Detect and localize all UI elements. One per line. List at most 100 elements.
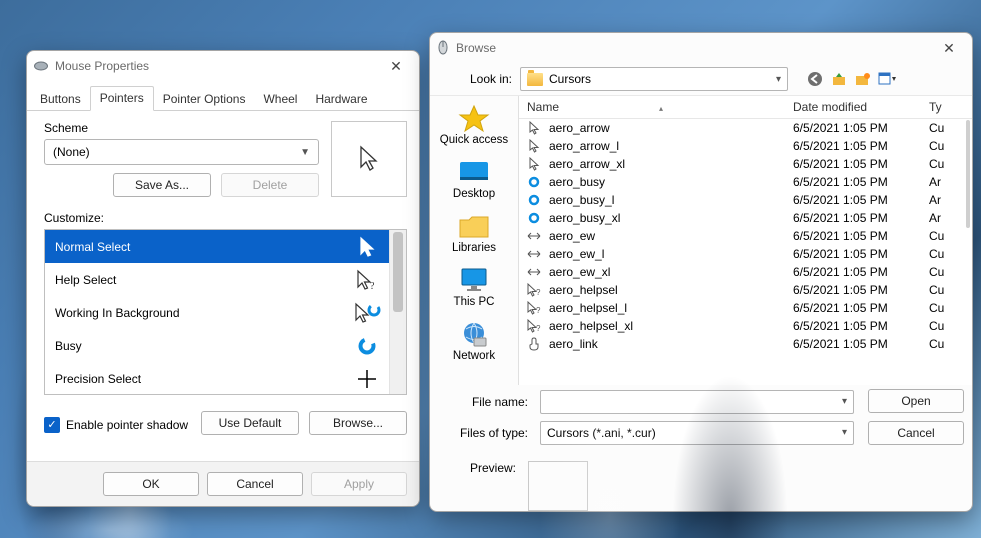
column-type[interactable]: Ty xyxy=(921,100,951,114)
browse-button[interactable]: Browse... xyxy=(309,411,407,435)
back-icon[interactable] xyxy=(806,70,824,88)
file-date: 6/5/2021 1:05 PM xyxy=(785,157,921,171)
file-row[interactable]: aero_ew6/5/2021 1:05 PMCu xyxy=(519,227,972,245)
titlebar[interactable]: Mouse Properties ✕ xyxy=(27,51,419,81)
file-date: 6/5/2021 1:05 PM xyxy=(785,175,921,189)
file-row[interactable]: aero_ew_l6/5/2021 1:05 PMCu xyxy=(519,245,972,263)
browse-window: Browse ✕ Look in: Cursors ▾ xyxy=(429,32,973,512)
file-row[interactable]: aero_arrow 6/5/2021 1:05 PMCu xyxy=(519,119,972,137)
up-one-level-icon[interactable] xyxy=(830,70,848,88)
file-row[interactable]: aero_busy_xl6/5/2021 1:05 PMAr xyxy=(519,209,972,227)
file-date: 6/5/2021 1:05 PM xyxy=(785,139,921,153)
file-name: aero_helpsel_l xyxy=(549,301,627,315)
places-desktop[interactable]: Desktop xyxy=(453,156,495,208)
files-of-type-value: Cursors (*.ani, *.cur) xyxy=(547,426,656,440)
column-name[interactable]: Name▴ xyxy=(519,100,785,114)
files-of-type-combobox[interactable]: Cursors (*.ani, *.cur) ▾ xyxy=(540,421,854,445)
file-type: Cu xyxy=(921,301,951,315)
customize-item-label: Busy xyxy=(55,339,82,353)
customize-item[interactable]: Help Select? xyxy=(45,263,406,296)
close-icon[interactable]: ✕ xyxy=(932,40,966,57)
file-name: aero_link xyxy=(549,337,598,351)
file-row[interactable]: ? aero_helpsel 6/5/2021 1:05 PMCu xyxy=(519,281,972,299)
view-menu-icon[interactable] xyxy=(878,70,896,88)
customize-item[interactable]: Precision Select xyxy=(45,362,406,395)
file-listview[interactable]: Name▴ Date modified Ty aero_arrow 6/5/202… xyxy=(518,96,972,385)
arrow-help-icon: ? xyxy=(354,267,380,293)
file-name-label: File name: xyxy=(450,395,528,409)
file-date: 6/5/2021 1:05 PM xyxy=(785,211,921,225)
cancel-button[interactable]: Cancel xyxy=(868,421,964,445)
file-type: Cu xyxy=(921,229,951,243)
ok-button[interactable]: OK xyxy=(103,472,199,496)
customize-item[interactable]: Working In Background xyxy=(45,296,406,329)
file-date: 6/5/2021 1:05 PM xyxy=(785,319,921,333)
customize-item-label: Help Select xyxy=(55,273,116,287)
look-in-combobox[interactable]: Cursors ▾ xyxy=(520,67,788,91)
file-name-input[interactable]: ▾ xyxy=(540,390,854,414)
tab-buttons[interactable]: Buttons xyxy=(31,88,90,111)
file-date: 6/5/2021 1:05 PM xyxy=(785,283,921,297)
file-row[interactable]: aero_arrow_xl6/5/2021 1:05 PMCu xyxy=(519,155,972,173)
file-row[interactable]: ?aero_helpsel_xl6/5/2021 1:05 PMCu xyxy=(519,317,972,335)
customize-item-label: Working In Background xyxy=(55,306,180,320)
tab-pointers[interactable]: Pointers xyxy=(90,86,154,111)
mouse-icon xyxy=(436,40,450,56)
file-row[interactable]: aero_arrow_l6/5/2021 1:05 PMCu xyxy=(519,137,972,155)
customize-list[interactable]: Normal SelectHelp Select?Working In Back… xyxy=(44,229,407,395)
file-type: Cu xyxy=(921,283,951,297)
places-libraries[interactable]: Libraries xyxy=(452,210,496,262)
file-type: Cu xyxy=(921,121,951,135)
arrow-help-icon: ? xyxy=(527,301,541,315)
desktop-icon xyxy=(457,158,491,186)
tab-wheel[interactable]: Wheel xyxy=(254,88,306,111)
file-name: aero_ew xyxy=(549,229,595,243)
monitor-icon xyxy=(457,266,491,294)
file-name: aero_arrow_xl xyxy=(549,157,625,171)
svg-text:?: ? xyxy=(536,288,541,297)
file-name: aero_arrow xyxy=(549,121,610,135)
arrow-icon xyxy=(527,139,541,153)
places-this-pc[interactable]: This PC xyxy=(454,264,495,316)
file-row[interactable]: aero_ew_xl6/5/2021 1:05 PMCu xyxy=(519,263,972,281)
file-row[interactable]: aero_busy_l6/5/2021 1:05 PMAr xyxy=(519,191,972,209)
file-name: aero_busy xyxy=(549,175,605,189)
open-button[interactable]: Open xyxy=(868,389,964,413)
customize-item[interactable]: Normal Select xyxy=(45,230,406,263)
ring-icon xyxy=(527,175,541,189)
places-bar: Quick access Desktop Libraries This PC N… xyxy=(430,96,518,385)
places-network[interactable]: Network xyxy=(453,318,495,370)
svg-text:?: ? xyxy=(370,281,375,292)
arrow-help-icon: ? xyxy=(527,319,541,333)
chevron-down-icon: ▼ xyxy=(300,147,310,158)
file-row[interactable]: ?aero_helpsel_l6/5/2021 1:05 PMCu xyxy=(519,299,972,317)
file-date: 6/5/2021 1:05 PM xyxy=(785,121,921,135)
enable-shadow-label: Enable pointer shadow xyxy=(66,418,188,432)
file-name: aero_busy_l xyxy=(549,193,614,207)
scrollbar[interactable] xyxy=(966,120,970,370)
scrollbar[interactable] xyxy=(389,230,406,394)
places-quick-access[interactable]: Quick access xyxy=(440,102,508,154)
file-row[interactable]: aero_link6/5/2021 1:05 PMCu xyxy=(519,335,972,353)
customize-item[interactable]: Busy xyxy=(45,329,406,362)
scheme-combobox[interactable]: (None) ▼ xyxy=(44,139,319,165)
listview-header[interactable]: Name▴ Date modified Ty xyxy=(519,96,972,119)
file-name: aero_helpsel xyxy=(549,283,618,297)
ew-icon xyxy=(527,247,541,261)
arrow-ring-icon xyxy=(354,300,380,326)
column-date[interactable]: Date modified xyxy=(785,100,921,114)
file-type: Cu xyxy=(921,265,951,279)
file-row[interactable]: aero_busy6/5/2021 1:05 PMAr xyxy=(519,173,972,191)
close-icon[interactable]: ✕ xyxy=(379,58,413,75)
preview-label: Preview: xyxy=(470,461,516,475)
scheme-value: (None) xyxy=(53,145,90,159)
chevron-down-icon: ▾ xyxy=(842,427,847,438)
titlebar[interactable]: Browse ✕ xyxy=(430,33,972,63)
save-as-button[interactable]: Save As... xyxy=(113,173,211,197)
enable-shadow-checkbox[interactable]: ✓ xyxy=(44,417,60,433)
cancel-button[interactable]: Cancel xyxy=(207,472,303,496)
tab-hardware[interactable]: Hardware xyxy=(306,88,376,111)
new-folder-icon[interactable] xyxy=(854,70,872,88)
use-default-button[interactable]: Use Default xyxy=(201,411,299,435)
tab-pointer-options[interactable]: Pointer Options xyxy=(154,88,255,111)
